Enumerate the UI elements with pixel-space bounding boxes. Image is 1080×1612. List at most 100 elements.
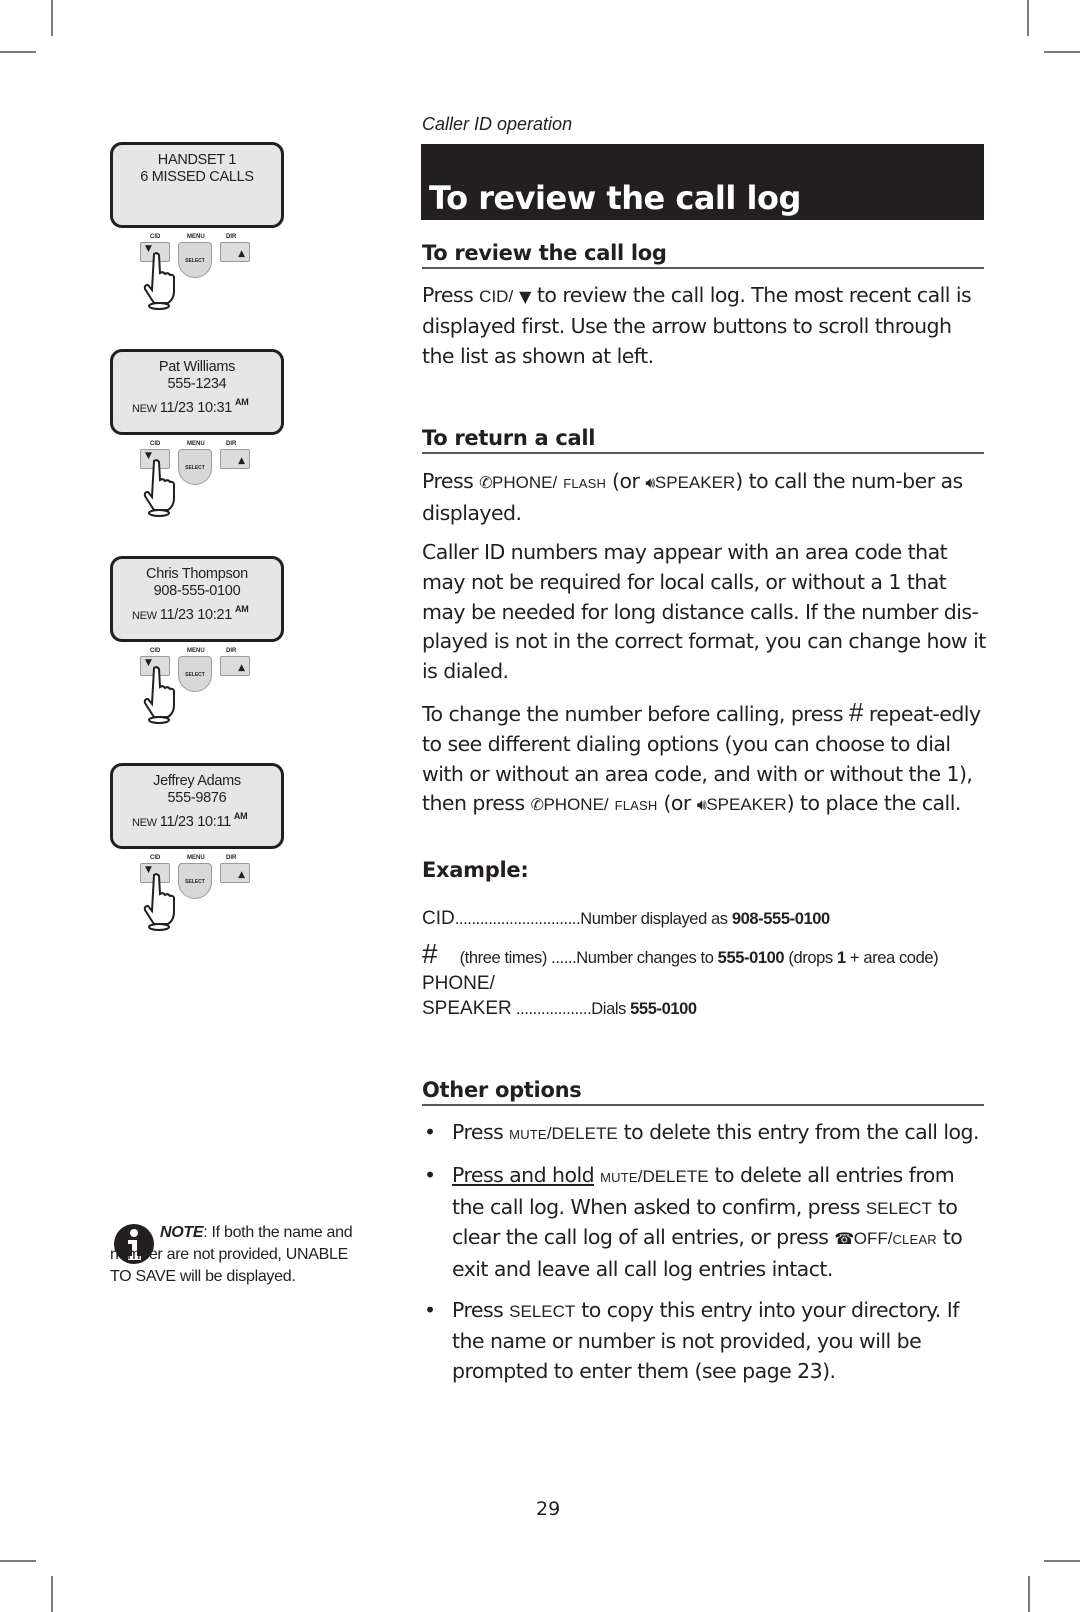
text: ) to place the call. (786, 791, 962, 816)
datetime-text: 11/23 10:21 (159, 607, 233, 623)
cid-label: CID (150, 234, 161, 240)
select-button: SELECT (178, 863, 212, 899)
keypad-illustration: CID MENU DIR ▼ SELECT ▲ (140, 234, 252, 314)
list-item: • Press SELECT to copy this entry into yo… (422, 1296, 988, 1386)
caller-name: Chris Thompson (146, 566, 248, 582)
dir-up-button: ▲ (220, 863, 250, 883)
description: Number displayed as (580, 910, 732, 928)
options-list: • Press MUTE/DELETE to delete this entry … (422, 1118, 988, 1397)
crop-mark (51, 1576, 53, 1612)
call-datetime: NEW 11/23 10:21 AM (113, 601, 281, 625)
ampm: AM (233, 811, 248, 821)
dir-label: DIR (226, 441, 237, 447)
new-badge: NEW (132, 610, 157, 622)
new-badge: NEW (132, 817, 157, 829)
display-line-2: 6 MISSED CALLS (140, 169, 254, 185)
bullet-dot: • (424, 1297, 436, 1322)
keypad-illustration: CID MENU DIR ▼ SELECT ▲ (140, 441, 252, 521)
ampm: AM (235, 604, 249, 614)
key-name: SPEAKER (422, 998, 512, 1019)
mute-key: MUTE (600, 1169, 638, 1185)
review-paragraph: Press CID/ ▼ to review the call log. The… (422, 281, 988, 371)
leader-dots: .............................. (454, 910, 581, 928)
example-heading: Example: (422, 858, 529, 882)
title-banner: To review the call log (421, 144, 984, 220)
phone-key: PHONE/ (543, 795, 609, 815)
section-heading-other: Other options (422, 1078, 984, 1106)
section-heading-review: To review the call log (422, 241, 984, 269)
key-name: PHONE/ (422, 973, 495, 994)
leader-dots: ...... (546, 949, 577, 967)
pound-key: # (849, 697, 863, 727)
caller-name: Jeffrey Adams (153, 773, 241, 789)
cid-label: CID (150, 648, 161, 654)
phone-icon: ✆ (479, 473, 493, 492)
up-arrow-icon: ▲ (238, 870, 245, 880)
flash-key: FLASH (563, 476, 607, 491)
text: Press (452, 1297, 510, 1322)
description: Number changes to (576, 949, 718, 967)
menu-label: MENU (187, 234, 205, 240)
text: Press (452, 1120, 510, 1144)
up-arrow-icon: ▲ (238, 663, 245, 673)
select-key: SELECT (865, 1198, 932, 1218)
off-key: OFF/ (853, 1229, 893, 1249)
ampm: AM (235, 397, 249, 407)
return-paragraph: Press ✆PHONE/ FLASH (or 🔊︎SPEAKER) to ca… (422, 467, 988, 529)
speaker-key: SPEAKER (654, 473, 736, 492)
dir-up-button: ▲ (220, 656, 250, 676)
phone-key: PHONE/ (492, 473, 558, 492)
handset-display: Chris Thompson 908-555-0100 NEW 11/23 10:… (110, 556, 284, 642)
repeat-count: (three times) (459, 949, 548, 967)
page-number: 29 (536, 1498, 561, 1520)
dir-label: DIR (226, 234, 237, 240)
delete-key: /DELETE (546, 1124, 618, 1143)
select-key: SELECT (509, 1301, 576, 1321)
hang-up-icon: ☎︎ (834, 1229, 854, 1249)
up-arrow-icon: ▲ (238, 249, 245, 259)
select-button: SELECT (178, 242, 212, 278)
cid-label: CID (150, 441, 161, 447)
section-heading-return: To return a call (422, 426, 984, 454)
note-body: : If both the name and number are not pr… (110, 1224, 353, 1285)
menu-label: MENU (187, 648, 205, 654)
crop-mark (51, 0, 53, 36)
keypad-illustration: CID MENU DIR ▼ SELECT ▲ (140, 648, 252, 728)
text: To change the number before calling, pre… (422, 702, 850, 726)
bullet-dot: • (424, 1162, 436, 1187)
dir-up-button: ▲ (220, 242, 250, 262)
number: 555-0100 (717, 949, 785, 967)
menu-label: MENU (187, 441, 205, 447)
dir-up-button: ▲ (220, 449, 250, 469)
bullet-dot: • (424, 1120, 436, 1144)
crop-mark (0, 51, 36, 53)
crop-mark (1028, 1576, 1030, 1612)
datetime-text: 11/23 10:31 (159, 400, 233, 416)
handset-display: Pat Williams 555-1234 NEW 11/23 10:31 AM (110, 349, 284, 435)
digit: 1 (836, 949, 846, 967)
pointing-hand-icon (143, 873, 175, 931)
dir-label: DIR (226, 648, 237, 654)
flash-key: FLASH (614, 798, 658, 814)
caller-number: 555-1234 (167, 376, 227, 392)
emphasis: Press and hold (452, 1162, 595, 1187)
keypad-illustration: CID MENU DIR ▼ SELECT ▲ (140, 855, 252, 935)
call-datetime: NEW 11/23 10:11 AM (113, 808, 281, 832)
caller-number: 555-9876 (167, 790, 227, 806)
page-title: To review the call log (429, 179, 801, 217)
leader-dots: .................. (511, 1000, 592, 1018)
note-text: NOTE: If both the name and number are no… (110, 1222, 370, 1288)
crop-mark (1044, 1560, 1080, 1562)
handset-display: HANDSET 1 6 MISSED CALLS (110, 142, 284, 228)
text: (or (657, 791, 697, 816)
up-arrow-icon: ▲ (238, 456, 245, 466)
call-datetime: NEW 11/23 10:31 AM (113, 394, 281, 418)
number: 555-0100 (630, 1000, 697, 1018)
running-header: Caller ID operation (422, 114, 573, 134)
description: Dials (591, 1000, 631, 1018)
change-number-paragraph: To change the number before calling, pre… (422, 697, 988, 821)
note-label: NOTE (160, 1224, 204, 1241)
speaker-key: SPEAKER (706, 795, 787, 815)
text: + area code) (845, 949, 939, 967)
caller-number: 908-555-0100 (153, 583, 241, 599)
